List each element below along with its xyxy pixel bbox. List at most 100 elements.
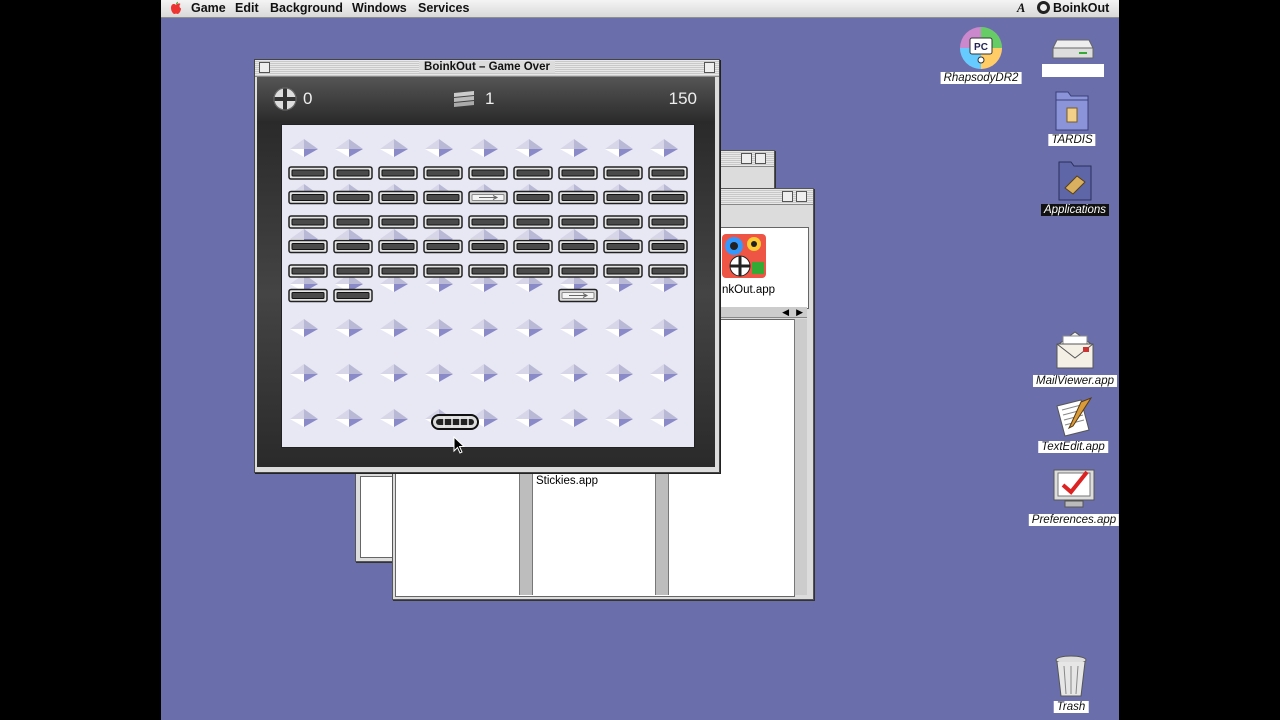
column-divider[interactable] <box>519 474 533 595</box>
desktop-icon-label <box>1042 64 1104 77</box>
desktop-icon-hard-drive[interactable] <box>1041 36 1105 80</box>
pattern-tile <box>394 364 408 374</box>
pattern-tile <box>349 319 363 329</box>
desktop-icon-tardis[interactable]: TARDIS <box>1037 88 1107 150</box>
pattern-tile <box>484 364 498 374</box>
pattern-tile <box>304 319 318 329</box>
pattern-tile <box>574 364 588 374</box>
pattern-tile <box>619 319 633 329</box>
playfield-canvas <box>288 139 688 430</box>
menu-edit[interactable]: Edit <box>235 1 259 15</box>
pattern-tile <box>349 139 363 149</box>
pattern-tile <box>574 139 588 149</box>
lives-count: 0 <box>303 89 313 108</box>
pattern-tile <box>304 229 318 239</box>
scroll-left-arrow-icon[interactable]: ◀ <box>782 307 789 318</box>
boinkout-ball-icon <box>1037 1 1050 14</box>
level-number: 1 <box>485 89 495 108</box>
pattern-tile <box>664 319 678 329</box>
pc-cd-icon: PC <box>960 27 1002 69</box>
pattern-tile <box>574 319 588 329</box>
column-divider[interactable] <box>655 474 669 595</box>
menu-bar: Game Edit Background Windows Services A … <box>161 0 1119 18</box>
playfield-frame <box>257 121 715 467</box>
lives-ball-icon <box>273 87 297 111</box>
menu-background[interactable]: Background <box>270 1 343 15</box>
pattern-tile <box>484 319 498 329</box>
desktop-icon-label: MailViewer.app <box>1033 375 1117 387</box>
pattern-tile <box>664 409 678 419</box>
desktop-icon-trash[interactable]: Trash <box>1041 654 1101 716</box>
playfield[interactable] <box>281 124 695 448</box>
desktop-icon-textedit[interactable]: TextEdit.app <box>1033 396 1113 458</box>
pattern-tile <box>439 364 453 374</box>
pattern-tile <box>394 319 408 329</box>
desktop-icon-rhapsody[interactable]: PC RhapsodyDR2 <box>940 26 1022 88</box>
desktop-icon-mailviewer[interactable]: MailViewer.app <box>1033 330 1117 392</box>
pattern-tile <box>304 364 318 374</box>
pattern-tile <box>529 319 543 329</box>
boinkout-app-label[interactable]: nkOut.app <box>722 284 775 296</box>
pattern-tile <box>619 409 633 419</box>
desktop-icon-label: Applications <box>1040 204 1110 216</box>
folder-icon <box>1055 91 1089 131</box>
score-bar: 0 1 150 <box>257 77 715 121</box>
pattern-tile <box>394 229 408 239</box>
hard-drive-icon <box>1052 39 1094 59</box>
pattern-tile <box>619 139 633 149</box>
pattern-tile <box>574 409 588 419</box>
apple-menu-icon[interactable] <box>169 1 183 15</box>
script-menu[interactable]: A <box>1017 1 1025 16</box>
desktop-icon-label: TARDIS <box>1048 134 1096 146</box>
desktop-icon-preferences[interactable]: Preferences.app <box>1028 468 1119 530</box>
application-menu-label: BoinkOut <box>1053 1 1110 15</box>
boinkout-game-window[interactable]: BoinkOut – Game Over 0 1 150 <box>254 59 720 473</box>
application-menu[interactable]: BoinkOut <box>1037 1 1109 15</box>
pattern-tile <box>574 229 588 239</box>
pattern-tile <box>484 139 498 149</box>
pattern-tile <box>394 139 408 149</box>
boinkout-app-icon[interactable] <box>720 232 768 280</box>
mail-icon <box>1056 331 1094 369</box>
pattern-tile <box>529 364 543 374</box>
score-value: 150 <box>668 89 697 108</box>
applications-folder-icon <box>1058 161 1092 201</box>
textedit-icon <box>1056 396 1093 437</box>
desktop-icon-label: TextEdit.app <box>1038 441 1108 453</box>
zoom-box[interactable] <box>782 191 793 202</box>
vertical-scrollbar[interactable] <box>794 319 807 595</box>
menu-game[interactable]: Game <box>191 1 226 15</box>
menu-windows[interactable]: Windows <box>352 1 407 15</box>
pattern-tile <box>664 229 678 239</box>
pattern-tile <box>439 139 453 149</box>
stickies-app-label[interactable]: Stickies.app <box>536 475 598 487</box>
collapse-box[interactable] <box>755 153 766 164</box>
pattern-tile <box>484 409 498 419</box>
svg-text:PC: PC <box>974 42 988 53</box>
collapse-box[interactable] <box>796 191 807 202</box>
pattern-tile <box>529 139 543 149</box>
pattern-tile <box>484 229 498 239</box>
mouse-cursor-icon <box>453 436 466 454</box>
pattern-tile <box>529 229 543 239</box>
trash-icon <box>1055 655 1087 697</box>
desktop: Game Edit Background Windows Services A … <box>161 0 1119 720</box>
pattern-tile <box>664 364 678 374</box>
zoom-box[interactable] <box>741 153 752 164</box>
desktop-icon-applications[interactable]: Applications <box>1037 158 1113 220</box>
level-stack-icon <box>454 91 474 107</box>
pattern-tile <box>304 139 318 149</box>
pattern-tile <box>349 229 363 239</box>
desktop-icon-label: Trash <box>1053 701 1089 713</box>
preferences-icon <box>1053 469 1095 508</box>
scroll-right-arrow-icon[interactable]: ▶ <box>796 307 803 318</box>
pattern-tile <box>304 409 318 419</box>
pattern-tile <box>349 409 363 419</box>
window-title: BoinkOut – Game Over <box>419 61 555 73</box>
menu-services[interactable]: Services <box>418 1 469 15</box>
desktop-icon-label: Preferences.app <box>1028 514 1119 526</box>
pattern-tile <box>439 319 453 329</box>
desktop-icon-label: RhapsodyDR2 <box>940 72 1022 84</box>
pattern-tile <box>394 409 408 419</box>
pattern-tile <box>439 229 453 239</box>
